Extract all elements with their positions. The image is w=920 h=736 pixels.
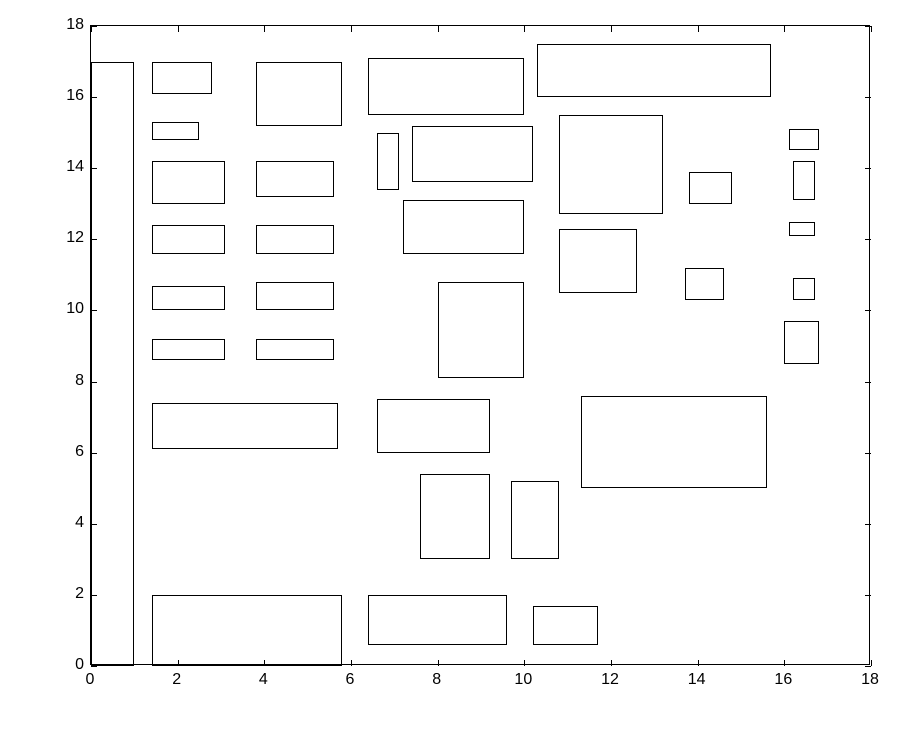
ytick: [91, 666, 97, 667]
xtick: [351, 660, 352, 666]
rect-5: [511, 481, 559, 559]
ytick: [865, 97, 871, 98]
xtick-label: 16: [774, 671, 792, 689]
ytick: [91, 26, 97, 27]
xtick: [438, 660, 439, 666]
ytick-label: 4: [62, 514, 84, 532]
ytick-label: 8: [62, 372, 84, 390]
ytick: [91, 310, 97, 311]
xtick: [611, 660, 612, 666]
ytick-label: 18: [62, 16, 84, 34]
rect-29: [152, 122, 200, 140]
rect-30: [789, 129, 819, 150]
xtick: [611, 26, 612, 32]
xtick: [871, 660, 872, 666]
xtick: [871, 26, 872, 32]
ytick: [865, 310, 871, 311]
xtick: [698, 660, 699, 666]
ytick-label: 10: [62, 300, 84, 318]
rect-34: [152, 62, 213, 94]
rect-20: [403, 200, 524, 253]
xtick: [784, 26, 785, 32]
rect-21: [789, 222, 815, 236]
rect-11: [256, 339, 334, 360]
xtick-label: 14: [688, 671, 706, 689]
rect-24: [559, 115, 663, 215]
xtick: [784, 660, 785, 666]
rect-18: [152, 225, 226, 253]
rect-15: [685, 268, 724, 300]
ytick: [91, 97, 97, 98]
xtick-label: 12: [601, 671, 619, 689]
rect-9: [438, 282, 525, 378]
xtick: [351, 26, 352, 32]
xtick: [438, 26, 439, 32]
rect-32: [368, 58, 524, 115]
xtick: [178, 660, 179, 666]
ytick: [865, 666, 871, 667]
rect-1: [152, 595, 343, 666]
xtick-label: 8: [432, 671, 441, 689]
rect-6: [581, 396, 767, 488]
ytick: [91, 168, 97, 169]
ytick: [91, 382, 97, 383]
ytick: [865, 524, 871, 525]
xtick-label: 10: [514, 671, 532, 689]
chart-container: 0 2 4 6 8 10 12 14 16 18 0 2 4 6 8 10 12 14 16 18: [50, 15, 890, 705]
ytick: [91, 453, 97, 454]
rect-10: [152, 339, 226, 360]
xtick: [264, 660, 265, 666]
rect-23: [256, 161, 334, 197]
ytick-label: 14: [62, 158, 84, 176]
rect-31: [256, 62, 343, 126]
ytick: [865, 382, 871, 383]
ytick-label: 12: [62, 229, 84, 247]
rect-2: [368, 595, 507, 645]
ytick: [865, 453, 871, 454]
rect-12: [784, 321, 819, 364]
xtick: [524, 26, 525, 32]
rect-26: [793, 161, 815, 200]
ytick: [91, 239, 97, 240]
rect-33: [537, 44, 771, 97]
rect-27: [377, 133, 399, 190]
xtick-label: 2: [172, 671, 181, 689]
rect-13: [152, 286, 226, 311]
rect-14: [256, 282, 334, 310]
xtick: [524, 660, 525, 666]
xtick: [264, 26, 265, 32]
rect-25: [689, 172, 732, 204]
rect-7: [377, 399, 490, 452]
ytick: [865, 595, 871, 596]
xtick-label: 4: [259, 671, 268, 689]
rect-16: [793, 278, 815, 299]
xtick: [178, 26, 179, 32]
rect-22: [152, 161, 226, 204]
rect-4: [420, 474, 489, 559]
xtick-label: 18: [861, 671, 879, 689]
ytick: [865, 26, 871, 27]
rect-28: [412, 126, 533, 183]
ytick-label: 16: [62, 87, 84, 105]
rect-3: [533, 606, 598, 645]
ytick-label: 0: [62, 656, 84, 674]
rect-19: [256, 225, 334, 253]
ytick: [865, 168, 871, 169]
xtick-label: 6: [346, 671, 355, 689]
ytick-label: 2: [62, 585, 84, 603]
plot-area: [90, 25, 870, 665]
rect-17: [559, 229, 637, 293]
rect-8: [152, 403, 338, 449]
xtick-label: 0: [86, 671, 95, 689]
ytick: [91, 595, 97, 596]
xtick: [698, 26, 699, 32]
ytick: [865, 239, 871, 240]
rect-0: [91, 62, 134, 666]
ytick: [91, 524, 97, 525]
ytick-label: 6: [62, 443, 84, 461]
